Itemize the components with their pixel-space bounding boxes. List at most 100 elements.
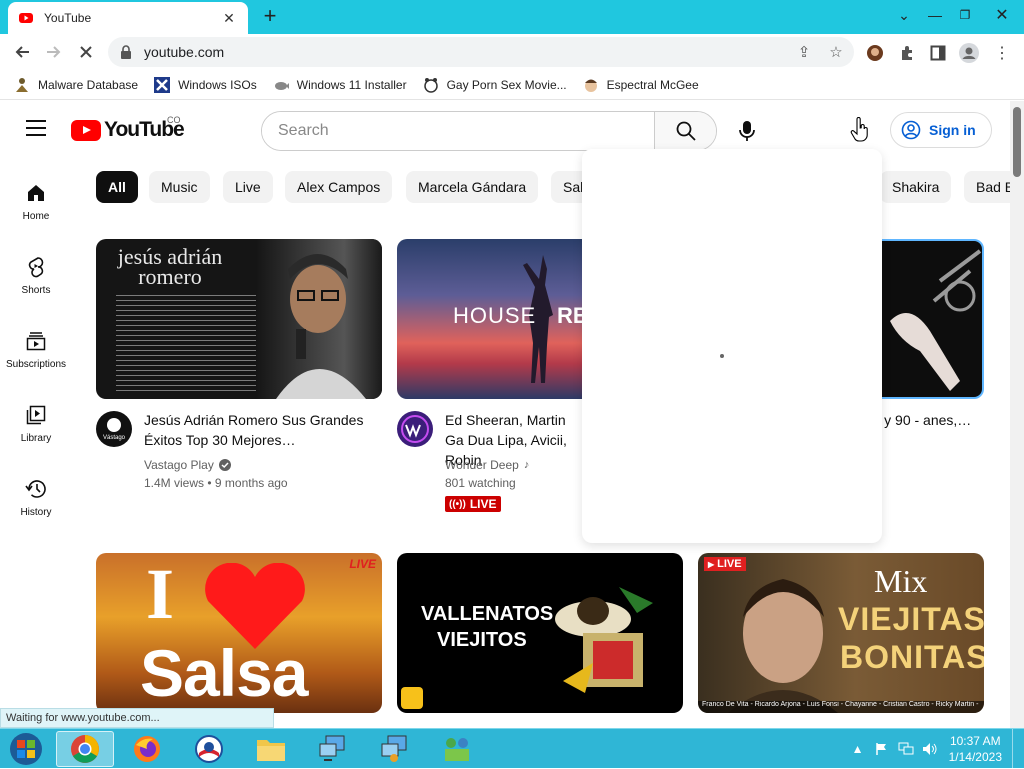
tab-search-chevron-icon[interactable]: ⌄ [890,0,918,30]
taskbar-remote-desktop-2[interactable] [366,731,424,767]
close-tab-icon[interactable]: ✕ [220,9,238,27]
taskbar-obama-app[interactable] [180,731,238,767]
show-hidden-icons-icon[interactable]: ▲ [849,740,867,758]
profile-extension-icon[interactable] [864,42,886,64]
chip-alex-campos[interactable]: Alex Campos [285,171,393,203]
lock-icon [121,45,131,59]
network-icon[interactable] [897,740,915,758]
chip-all[interactable]: All [96,171,138,203]
bookmark-item[interactable]: Espectral McGee [583,77,699,93]
chip-live[interactable]: Live [223,171,273,203]
folder-icon [257,740,285,761]
close-window-button[interactable]: ✕ [980,0,1024,30]
microphone-icon [739,121,755,141]
clock[interactable]: 10:37 AM 1/14/2023 [949,733,1002,765]
taskbar-chrome[interactable] [56,731,114,767]
chrome-icon [71,735,99,763]
sidebar-item-shorts[interactable]: Shorts [0,241,72,311]
tab-strip: YouTube ✕ + ⌄ — ❐ ✕ [0,0,1024,34]
taskbar-explorer[interactable] [242,731,300,767]
back-button[interactable] [10,40,34,64]
singer-portrait [728,579,838,713]
bookmarks-bar: Malware Database Windows ISOs Windows 11… [0,70,1024,100]
video-thumbnail[interactable]: jesús adrián romero [96,239,382,399]
bookmark-item[interactable]: Malware Database [14,77,138,93]
live-broadcast-icon: ((•)) [449,498,466,510]
browser-toolbar: youtube.com ⇪ ☆ ⋮ [0,34,1024,70]
chip-music[interactable]: Music [149,171,210,203]
fish-icon [273,77,289,93]
action-center-flag-icon[interactable] [873,740,891,758]
library-icon [24,403,48,427]
new-tab-button[interactable]: + [258,4,282,28]
page-scrollbar[interactable] [1010,101,1024,728]
show-desktop-button[interactable] [1012,729,1024,769]
sidebar-item-subscriptions[interactable]: Subscriptions [0,315,72,385]
hazard-person-icon [14,77,30,93]
search-button[interactable] [654,112,716,150]
sidebar-item-history[interactable]: History [0,463,72,533]
live-badge: ((•)) LIVE [445,496,501,512]
scrollbar-thumb[interactable] [1013,107,1021,177]
voice-search-button[interactable] [730,114,764,148]
start-orb-icon [10,733,42,765]
bookmark-star-icon[interactable]: ☆ [826,42,846,62]
address-bar[interactable]: youtube.com ⇪ ☆ [108,37,854,67]
bookmark-item[interactable]: Windows ISOs [154,76,257,93]
video-title[interactable]: Jesús Adrián Romero Sus Grandes Éxitos T… [144,410,374,450]
video-thumbnail[interactable]: VALLENATOS VIEJITOS [397,553,683,713]
sidebar-item-home[interactable]: Home [0,167,72,237]
tab-title: YouTube [44,11,92,25]
taskbar-remote-desktop-1[interactable] [304,731,362,767]
youtube-logo[interactable]: YouTube CO [71,115,185,142]
channel-avatar[interactable]: Vástago [96,411,132,447]
channel-avatar[interactable] [397,411,433,447]
video-thumbnail[interactable]: I Salsa LIVE [96,553,382,713]
extensions-puzzle-icon[interactable] [896,42,918,64]
share-icon[interactable]: ⇪ [794,42,814,62]
menu-hamburger-icon[interactable] [26,120,46,136]
taskbar-firefox[interactable] [118,731,176,767]
side-panel-icon[interactable] [927,42,949,64]
thumb-salsa: Salsa [140,636,308,710]
bear-icon [423,77,439,93]
chip-marcela-gandara[interactable]: Marcela Gándara [406,171,539,203]
forward-button[interactable] [42,40,66,64]
shorts-icon [24,255,48,279]
clock-date: 1/14/2023 [948,750,1002,764]
stop-loading-button[interactable] [74,40,98,64]
youtube-page: YouTube CO Sign in Home Shorts Subscript… [0,101,1010,728]
remote-desktop-icon [381,735,407,762]
video-thumbnail[interactable]: ▶ LIVE Mix VIEJITAS BONITAS Franco De Vit… [698,553,984,713]
restore-button[interactable]: ❐ [952,0,978,30]
thumb-bonitas: BONITAS [840,639,984,675]
chip-shakira[interactable]: Shakira [880,171,952,203]
hand-cursor-icon [850,116,870,143]
channel-name[interactable]: Vastago Play [144,458,231,472]
loading-spinner-icon [720,354,724,358]
thumb-mix: Mix [874,563,928,599]
taskbar-network-app[interactable] [428,731,486,767]
search-input[interactable] [262,112,654,150]
history-icon [24,477,48,501]
minimize-button[interactable]: — [920,0,950,30]
tab-youtube[interactable]: YouTube ✕ [8,2,248,34]
search-icon [676,121,696,141]
start-button[interactable] [0,731,52,767]
play-triangle-icon: ▶ [708,559,715,569]
network-people-icon [445,738,469,761]
bookmark-item[interactable]: Windows 11 Installer [273,77,407,93]
channel-name[interactable]: Wonder Deep ♪ [445,458,529,472]
chip-bad-bunny[interactable]: Bad B [964,171,1010,203]
sidebar-item-library[interactable]: Library [0,389,72,459]
thumb-credits: Franco De Vita - Ricardo Arjona - Luis F… [698,701,984,713]
bookmark-item[interactable]: Gay Porn Sex Movie... [423,77,567,93]
sign-in-button[interactable]: Sign in [890,112,992,148]
browser-menu-icon[interactable]: ⋮ [991,42,1013,64]
volume-icon[interactable] [921,740,939,758]
windows-taskbar: ▲ 10:37 AM 1/14/2023 [0,728,1024,769]
thumb-i: I [146,554,175,634]
thumb-viejitos: VIEJITOS [437,629,527,651]
profile-avatar-icon[interactable] [958,42,980,64]
accordion-hat-illustration [555,587,653,693]
